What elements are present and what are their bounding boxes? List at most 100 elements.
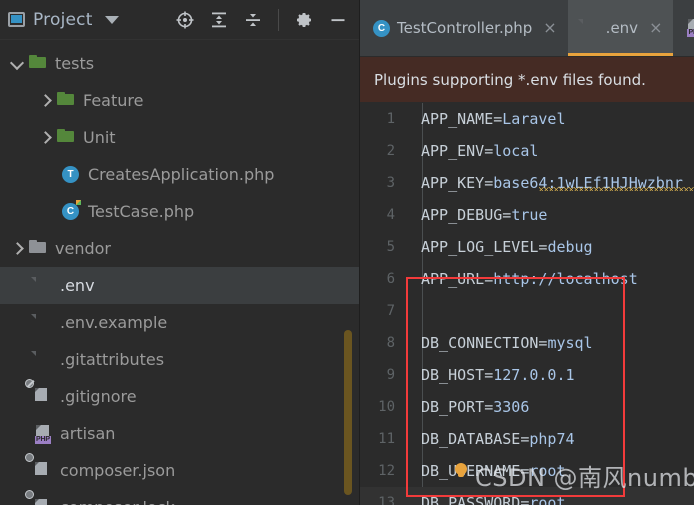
file-icon [34, 351, 52, 369]
env-key: DB_PORT [421, 398, 485, 416]
close-icon[interactable]: × [649, 20, 662, 36]
tree-item-composer-lock[interactable]: composer.lock [0, 489, 359, 505]
env-value: php74 [529, 430, 575, 448]
tab-label: TestController.php [397, 19, 533, 37]
code-text: APP_KEY=base64:1wLEf1HJHwzbnr [404, 174, 694, 192]
env-value: mysql [547, 334, 593, 352]
chevron-right-icon[interactable] [38, 94, 52, 108]
equals-sign: = [484, 142, 494, 160]
tree-item-testcase[interactable]: C TestCase.php [0, 193, 359, 230]
editor-tabbar: C TestController.php × .env × PHP w [360, 0, 694, 57]
code-line[interactable]: 7 [360, 295, 694, 327]
line-number: 4 [386, 207, 395, 223]
env-value: true [511, 206, 548, 224]
collapse-all-icon[interactable] [242, 9, 264, 31]
env-value: local [493, 142, 539, 160]
env-key: APP_NAME [421, 110, 494, 128]
tree-item-label: TestCase.php [88, 202, 195, 221]
env-key: DB_DATABASE [421, 430, 521, 448]
env-value: 3306 [493, 398, 530, 416]
minimize-icon[interactable] [327, 9, 349, 31]
project-panel-toolbar [174, 8, 353, 31]
tree-item-gitignore[interactable]: .gitignore [0, 378, 359, 415]
project-panel-header: Project [0, 0, 359, 40]
tree-item-unit[interactable]: Unit [0, 119, 359, 156]
code-line[interactable]: 2 APP_ENV=local [360, 135, 694, 167]
tree-item-label: composer.lock [60, 498, 175, 505]
project-tree-scrollbar[interactable] [344, 330, 352, 495]
project-module-icon [8, 12, 25, 27]
env-key: DB_CONNECTION [421, 334, 539, 352]
code-line[interactable]: 5 APP_LOG_LEVEL=debug [360, 231, 694, 263]
code-line[interactable]: 6 APP_URL=http://localhost [360, 263, 694, 295]
tree-item-env[interactable]: .env [0, 267, 359, 304]
code-line[interactable]: 11 DB_DATABASE=php74 [360, 423, 694, 455]
tab-env[interactable]: .env × [567, 0, 674, 56]
tree-item-label: composer.json [60, 461, 176, 480]
code-text: DB_PORT=3306 [404, 398, 529, 416]
env-key: APP_LOG_LEVEL [421, 238, 539, 256]
chevron-right-icon[interactable] [10, 242, 24, 256]
tree-item-env-example[interactable]: .env.example [0, 304, 359, 341]
equals-sign: = [484, 270, 494, 288]
tree-item-vendor[interactable]: vendor [0, 230, 359, 267]
tab-testcontroller-php[interactable]: C TestController.php × [360, 0, 568, 56]
editor-area: C TestController.php × .env × PHP w Plug… [360, 0, 694, 505]
tree-item-label: .env.example [60, 313, 168, 332]
line-number: 12 [378, 463, 395, 479]
locate-file-icon[interactable] [174, 9, 196, 31]
code-line[interactable]: 9 DB_HOST=127.0.0.1 [360, 359, 694, 391]
spelling-error-squiggle [539, 187, 694, 191]
line-number: 7 [386, 303, 395, 319]
code-lines: 1 APP_NAME=Laravel 2 APP_ENV=local 3 APP_KEY=… [360, 103, 694, 505]
chevron-down-icon[interactable] [104, 15, 119, 24]
equals-sign: = [484, 398, 494, 416]
tree-item-composer-json[interactable]: composer.json [0, 452, 359, 489]
tree-item-feature[interactable]: Feature [0, 82, 359, 119]
tree-item-label: Unit [83, 128, 116, 147]
code-editor[interactable]: 1 APP_NAME=Laravel 2 APP_ENV=local 3 APP_KEY=… [360, 103, 694, 505]
tab-php-file[interactable]: PHP w [673, 0, 694, 56]
close-icon[interactable]: × [543, 20, 556, 36]
file-ignored-icon [25, 378, 52, 406]
code-line[interactable]: 10 DB_PORT=3306 [360, 391, 694, 423]
tree-item-label: artisan [60, 424, 116, 443]
gear-icon[interactable] [293, 9, 315, 31]
line-number: 13 [378, 495, 395, 505]
equals-sign: = [502, 206, 512, 224]
line-number: 1 [386, 111, 395, 127]
expand-all-icon[interactable] [208, 9, 230, 31]
chevron-right-icon[interactable] [38, 131, 52, 145]
tree-item-label: vendor [55, 239, 111, 258]
tree-item-artisan[interactable]: PHP artisan [0, 415, 359, 452]
equals-sign: = [484, 174, 494, 192]
file-icon [581, 19, 599, 37]
line-number: 8 [386, 335, 395, 351]
code-line[interactable]: 4 APP_DEBUG=true [360, 199, 694, 231]
project-file-tree: tests Feature Unit T CreatesApplication.… [0, 40, 359, 505]
php-file-icon: PHP [686, 19, 694, 37]
tree-item-label: .gitattributes [60, 350, 165, 369]
code-line[interactable]: 1 APP_NAME=Laravel [360, 103, 694, 135]
code-text: APP_DEBUG=true [404, 206, 547, 224]
env-value: http://localhost [493, 270, 638, 288]
composer-file-icon [25, 452, 52, 480]
code-line[interactable]: 3 APP_KEY=base64:1wLEf1HJHwzbnr [360, 167, 694, 199]
ide-window: Project tests Feature Unit T CreatesAppl… [0, 0, 694, 505]
chevron-down-icon[interactable] [10, 57, 24, 71]
code-text: APP_NAME=Laravel [404, 110, 566, 128]
env-key: APP_ENV [421, 142, 485, 160]
tree-item-gitattributes[interactable]: .gitattributes [0, 341, 359, 378]
tree-item-tests[interactable]: tests [0, 45, 359, 82]
code-line[interactable]: 8 DB_CONNECTION=mysql [360, 327, 694, 359]
intention-bulb-icon[interactable] [455, 463, 467, 477]
equals-sign: = [493, 110, 503, 128]
tab-label: .env [605, 19, 639, 37]
line-number: 5 [386, 239, 395, 255]
php-file-icon: PHP [34, 424, 52, 444]
code-text: APP_LOG_LEVEL=debug [404, 238, 593, 256]
code-text: DB_PASSWORD=root [404, 494, 566, 505]
plugin-notification-bar[interactable]: Plugins supporting *.env files found. [360, 57, 694, 103]
code-text: APP_ENV=local [404, 142, 538, 160]
tree-item-createsapplication[interactable]: T CreatesApplication.php [0, 156, 359, 193]
